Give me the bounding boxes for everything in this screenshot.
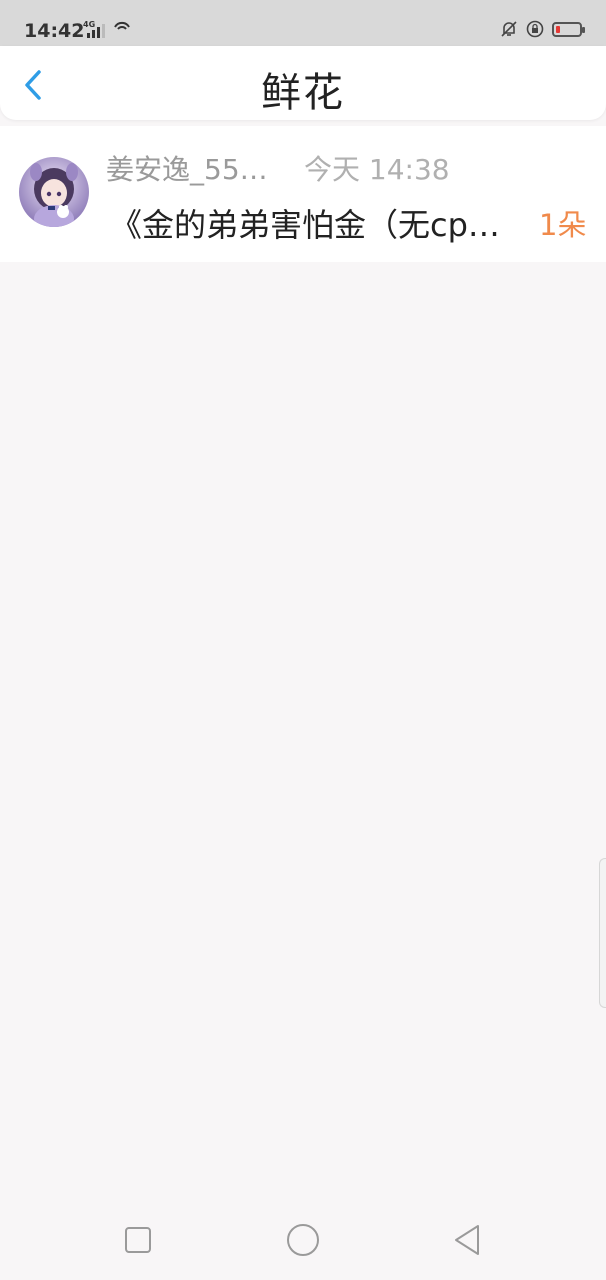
avatar[interactable] [19,157,89,227]
lock-rotation-icon [526,20,544,38]
scrollbar-handle[interactable] [599,858,606,1008]
app-header: 鲜花 [0,46,606,120]
user-name[interactable]: 姜安逸_55… [106,148,268,188]
navigation-bar [0,1200,606,1280]
recent-apps-button[interactable] [118,1220,158,1260]
avatar-image [19,157,89,227]
system-back-button[interactable] [448,1220,488,1260]
status-time: 14:42 [24,20,85,42]
post-title[interactable]: 《金的弟弟害怕金（无cp… [110,200,534,246]
flower-count: 1朵 [539,208,587,242]
wifi-icon [114,21,130,30]
hd-icon [112,19,132,42]
flower-list: 姜安逸_55… 今天 14:38 《金的弟弟害怕金（无cp… 1朵 [0,126,606,262]
status-bar: 14:42 4G [0,0,606,46]
svg-text:4G: 4G [83,20,95,29]
circle-icon [287,1224,319,1256]
bell-off-icon [501,21,517,37]
battery-icon [552,21,585,37]
list-item[interactable]: 姜安逸_55… 今天 14:38 《金的弟弟害怕金（无cp… 1朵 [0,126,606,262]
home-button[interactable] [283,1220,323,1260]
signal-icon: 4G [83,20,105,38]
square-icon [125,1227,151,1253]
page-title: 鲜花 [261,70,345,116]
post-time: 今天 14:38 [304,153,450,186]
triangle-back-icon [455,1225,479,1255]
